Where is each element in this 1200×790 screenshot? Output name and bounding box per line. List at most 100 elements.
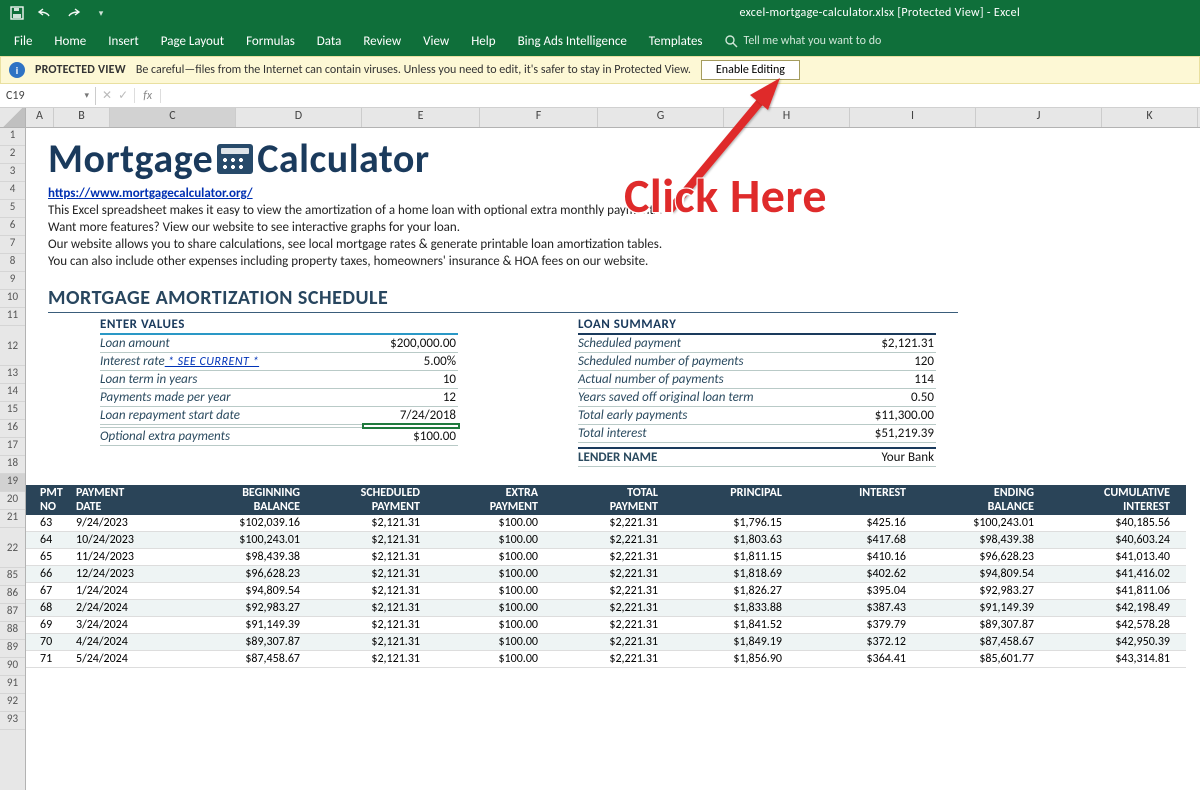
row-header[interactable]: 12 xyxy=(0,326,25,366)
row-header[interactable]: 20 xyxy=(0,492,25,510)
table-cell: $2,121.31 xyxy=(306,651,426,667)
row-header[interactable]: 4 xyxy=(0,182,25,200)
kv-value[interactable]: $200,000.00 xyxy=(360,335,458,352)
col-C[interactable]: C xyxy=(110,108,236,127)
see-current-link[interactable]: * SEE CURRENT * xyxy=(165,355,259,369)
row-header[interactable]: 22 xyxy=(0,528,25,568)
enable-editing-button[interactable]: Enable Editing xyxy=(701,60,800,80)
formula-bar-icons: ✕ ✓ xyxy=(96,88,135,103)
table-row[interactable]: 6612/24/2023$96,628.23$2,121.31$100.00$2… xyxy=(26,566,1186,583)
row-header[interactable]: 17 xyxy=(0,438,25,456)
table-row[interactable]: 693/24/2024$91,149.39$2,121.31$100.00$2,… xyxy=(26,617,1186,634)
table-row[interactable]: 704/24/2024$89,307.87$2,121.31$100.00$2,… xyxy=(26,634,1186,651)
name-box[interactable]: C19 ▾ xyxy=(0,87,96,105)
fx-icon[interactable]: fx xyxy=(135,89,161,103)
tab-bing-ads[interactable]: Bing Ads Intelligence xyxy=(518,34,627,49)
undo-icon[interactable] xyxy=(36,4,54,22)
table-cell: $1,803.63 xyxy=(664,532,788,548)
table-cell: $387.43 xyxy=(788,600,912,616)
row-header[interactable]: 92 xyxy=(0,694,25,712)
row-header[interactable]: 8 xyxy=(0,254,25,272)
col-D[interactable]: D xyxy=(236,108,362,127)
table-row[interactable]: 682/24/2024$92,983.27$2,121.31$100.00$2,… xyxy=(26,600,1186,617)
select-all-button[interactable] xyxy=(0,108,26,127)
redo-icon[interactable] xyxy=(64,4,82,22)
col-I[interactable]: I xyxy=(850,108,976,127)
table-cell: $89,307.87 xyxy=(912,617,1040,633)
table-cell: $98,439.38 xyxy=(912,532,1040,548)
kv-value[interactable]: 7/24/2018 xyxy=(360,407,458,424)
row-header[interactable]: 90 xyxy=(0,658,25,676)
row-header[interactable]: 91 xyxy=(0,676,25,694)
table-cell: $2,221.31 xyxy=(544,515,664,531)
row-header[interactable]: 15 xyxy=(0,402,25,420)
table-cell: $1,826.27 xyxy=(664,583,788,599)
row-header[interactable]: 93 xyxy=(0,712,25,730)
table-row[interactable]: 6511/24/2023$98,439.38$2,121.31$100.00$2… xyxy=(26,549,1186,566)
table-cell: 66 xyxy=(26,566,70,582)
tell-me-search[interactable]: Tell me what you want to do xyxy=(725,34,882,48)
row-header[interactable]: 5 xyxy=(0,200,25,218)
selected-cell[interactable] xyxy=(362,423,460,429)
row-header[interactable]: 9 xyxy=(0,272,25,290)
lender-value[interactable]: Your Bank xyxy=(776,449,936,466)
row-header[interactable]: 16 xyxy=(0,420,25,438)
kv-value[interactable]: 12 xyxy=(360,389,458,406)
tab-review[interactable]: Review xyxy=(363,34,401,49)
table-cell: $402.62 xyxy=(788,566,912,582)
row-header[interactable]: 7 xyxy=(0,236,25,254)
tab-page-layout[interactable]: Page Layout xyxy=(161,34,224,49)
formula-input[interactable] xyxy=(161,94,1200,98)
tab-view[interactable]: View xyxy=(423,34,449,49)
row-header[interactable]: 19 xyxy=(0,474,25,492)
row-header[interactable]: 88 xyxy=(0,622,25,640)
row-header[interactable]: 13 xyxy=(0,366,25,384)
table-cell: $41,013.40 xyxy=(1040,549,1176,565)
cancel-icon[interactable]: ✕ xyxy=(102,88,112,103)
kv-value[interactable]: $100.00 xyxy=(360,428,458,445)
enter-icon[interactable]: ✓ xyxy=(118,88,128,103)
website-link[interactable]: https://www.mortgagecalculator.org/ xyxy=(48,186,253,201)
row-header[interactable]: 18 xyxy=(0,456,25,474)
row-header[interactable]: 2 xyxy=(0,146,25,164)
row-header[interactable]: 86 xyxy=(0,586,25,604)
tab-home[interactable]: Home xyxy=(54,34,86,49)
col-K[interactable]: K xyxy=(1102,108,1198,127)
row-header[interactable]: 6 xyxy=(0,218,25,236)
table-cell: $425.16 xyxy=(788,515,912,531)
kv-value[interactable]: 5.00% xyxy=(360,353,458,370)
col-E[interactable]: E xyxy=(362,108,480,127)
col-H[interactable]: H xyxy=(724,108,850,127)
row-header[interactable]: 14 xyxy=(0,384,25,402)
row-header[interactable]: 21 xyxy=(0,510,25,528)
col-F[interactable]: F xyxy=(480,108,598,127)
row-header[interactable]: 11 xyxy=(0,308,25,326)
table-row[interactable]: 671/24/2024$94,809.54$2,121.31$100.00$2,… xyxy=(26,583,1186,600)
tab-insert[interactable]: Insert xyxy=(108,34,139,49)
sheet-content[interactable]: Mortgage Calculator https://www.mortgage… xyxy=(26,128,1200,790)
row-header[interactable]: 87 xyxy=(0,604,25,622)
tab-templates[interactable]: Templates xyxy=(649,34,703,49)
col-G[interactable]: G xyxy=(598,108,724,127)
col-J[interactable]: J xyxy=(976,108,1102,127)
qat-dropdown-icon[interactable]: ▾ xyxy=(92,4,110,22)
row-header[interactable]: 3 xyxy=(0,164,25,182)
table-row[interactable]: 715/24/2024$87,458.67$2,121.31$100.00$2,… xyxy=(26,651,1186,668)
tab-formulas[interactable]: Formulas xyxy=(246,34,295,49)
chevron-down-icon[interactable]: ▾ xyxy=(84,90,89,101)
tab-file[interactable]: File xyxy=(14,34,32,49)
row-header[interactable]: 85 xyxy=(0,568,25,586)
tab-data[interactable]: Data xyxy=(317,34,342,49)
row-header[interactable]: 1 xyxy=(0,128,25,146)
col-A[interactable]: A xyxy=(26,108,54,127)
table-row[interactable]: 639/24/2023$102,039.16$2,121.31$100.00$2… xyxy=(26,515,1186,532)
protected-view-msg: Be careful—files from the Internet can c… xyxy=(136,63,691,77)
row-header[interactable]: 10 xyxy=(0,290,25,308)
tab-help[interactable]: Help xyxy=(471,34,495,49)
col-B[interactable]: B xyxy=(54,108,110,127)
table-row[interactable]: 6410/24/2023$100,243.01$2,121.31$100.00$… xyxy=(26,532,1186,549)
kv-value[interactable]: 10 xyxy=(360,371,458,388)
save-icon[interactable] xyxy=(8,4,26,22)
row-header[interactable]: 89 xyxy=(0,640,25,658)
table-cell: $100.00 xyxy=(426,549,544,565)
